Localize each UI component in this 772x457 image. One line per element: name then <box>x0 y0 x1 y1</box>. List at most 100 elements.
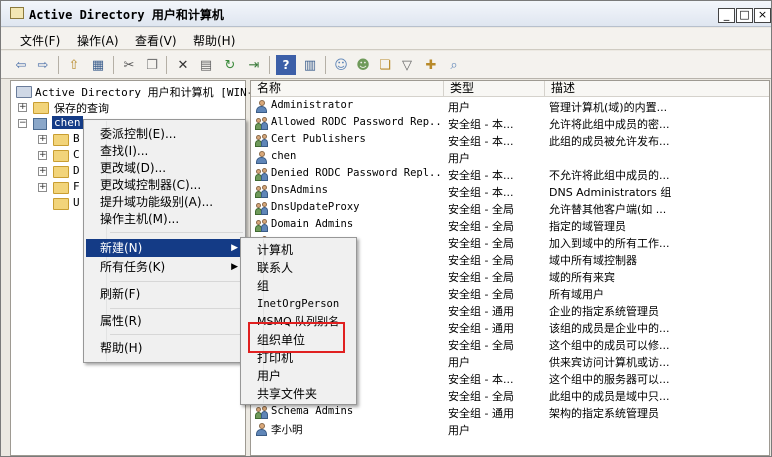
submenu-user[interactable]: 用户 <box>243 367 355 385</box>
cell-desc: 这个组中的服务器可以... <box>549 373 670 386</box>
cell-type: 用户 <box>448 424 470 437</box>
toolbar: ⇦ ⇨ ⇧ ▦ ✂ ❐ ✕ ▤ ↻ ⇥ ? ▥ ☺ ☻ ❏ ▽ ✚ ⌕ <box>1 51 771 79</box>
expand-icon[interactable]: + <box>18 103 27 112</box>
directory-icon <box>16 86 32 98</box>
list-item[interactable]: DnsAdmins 安全组 - 本... DNS Administrators 组 <box>251 183 769 200</box>
cell-name: Cert Publishers <box>271 133 366 145</box>
tree-child[interactable]: + F <box>11 180 80 196</box>
menu-file[interactable]: 文件(F) <box>20 32 60 49</box>
folder-icon <box>53 198 69 210</box>
menu-separator <box>110 281 243 282</box>
expand-icon[interactable]: + <box>38 167 47 176</box>
menu-separator <box>110 308 243 309</box>
copy-icon[interactable]: ❐ <box>142 55 162 75</box>
forward-icon[interactable]: ⇨ <box>33 55 53 75</box>
delete-icon[interactable]: ✕ <box>173 55 193 75</box>
expand-icon[interactable]: + <box>38 135 47 144</box>
column-header-type[interactable]: 类型 <box>444 81 545 97</box>
cell-name: Allowed RODC Password Rep... <box>271 116 443 128</box>
tree-root[interactable]: Active Directory 用户和计算机 [WIN- <box>11 84 253 100</box>
view-icon[interactable]: ▥ <box>300 55 320 75</box>
menu-delegate-control[interactable]: 委派控制(E)... <box>86 125 244 143</box>
menu-help[interactable]: 帮助(H) <box>86 339 244 357</box>
expand-icon[interactable]: + <box>38 151 47 160</box>
menu-view[interactable]: 查看(V) <box>135 32 177 49</box>
menu-separator <box>110 232 243 233</box>
minimize-button[interactable]: _ <box>718 8 735 23</box>
menu-operations-masters[interactable]: 操作主机(M)... <box>86 210 244 228</box>
new-group-icon[interactable]: ☻ <box>353 55 373 75</box>
list-item[interactable]: Schema Admins 安全组 - 通用 架构的指定系统管理员 <box>251 404 769 421</box>
app-icon <box>10 7 24 19</box>
tree-saved-queries[interactable]: + 保存的查询 <box>11 100 245 116</box>
submenu-shared-folder[interactable]: 共享文件夹 <box>243 385 355 403</box>
menu-new[interactable]: 新建(N) ▶ <box>86 239 244 257</box>
column-header-name[interactable]: 名称 <box>251 81 444 97</box>
cell-type: 安全组 - 本... <box>448 186 514 199</box>
cell-desc: 此组中的成员是域中只... <box>549 390 670 403</box>
folder-icon <box>53 150 69 162</box>
cell-name: Denied RODC Password Repl... <box>271 167 443 179</box>
group-icon <box>255 406 268 419</box>
tree-child[interactable]: + C <box>11 148 80 164</box>
domain-icon <box>33 118 47 130</box>
cell-type: 用户 <box>448 101 470 114</box>
list-item[interactable]: chen 用户 <box>251 149 769 166</box>
find-icon[interactable]: ⌕ <box>444 55 464 75</box>
folder-icon <box>33 102 49 114</box>
cell-name: 李小明 <box>271 424 303 436</box>
list-item[interactable]: Domain Admins 安全组 - 全局 指定的域管理员 <box>251 217 769 234</box>
tree-child[interactable]: + D <box>11 164 80 180</box>
refresh-icon[interactable]: ↻ <box>220 55 240 75</box>
console-tree-icon[interactable]: ▦ <box>88 55 108 75</box>
folder-icon <box>53 134 69 146</box>
menu-change-dc[interactable]: 更改域控制器(C)... <box>86 176 244 194</box>
submenu-computer[interactable]: 计算机 <box>243 241 355 259</box>
menu-refresh[interactable]: 刷新(F) <box>86 285 244 303</box>
list-item[interactable]: Administrator 用户 管理计算机(域)的内置... <box>251 98 769 115</box>
menu-separator <box>110 334 243 335</box>
menu-all-tasks[interactable]: 所有任务(K) ▶ <box>86 258 244 276</box>
list-item[interactable]: 李小明 用户 <box>251 421 769 438</box>
list-item[interactable]: DnsUpdateProxy 安全组 - 全局 允许替其他客户端(如 ... <box>251 200 769 217</box>
menu-help[interactable]: 帮助(H) <box>193 32 235 49</box>
menu-find[interactable]: 查找(I)... <box>86 142 244 160</box>
menu-raise-level[interactable]: 提升域功能级别(A)... <box>86 193 244 211</box>
list-item[interactable]: Denied RODC Password Repl... 安全组 - 本... 不允… <box>251 166 769 183</box>
column-header-description[interactable]: 描述 <box>545 81 769 97</box>
list-item[interactable]: Cert Publishers 安全组 - 本... 此组的成员被允许发布... <box>251 132 769 149</box>
cell-type: 安全组 - 全局 <box>448 254 514 267</box>
add-to-group-icon[interactable]: ✚ <box>421 55 441 75</box>
new-user-icon[interactable]: ☺ <box>331 55 351 75</box>
submenu-group[interactable]: 组 <box>243 277 355 295</box>
collapse-icon[interactable]: − <box>18 119 27 128</box>
folder-icon <box>53 166 69 178</box>
cell-type: 安全组 - 通用 <box>448 305 514 318</box>
filter-icon[interactable]: ▽ <box>397 55 417 75</box>
cell-desc: 加入到域中的所有工作... <box>549 237 670 250</box>
submenu-contact[interactable]: 联系人 <box>243 259 355 277</box>
tree-child[interactable]: + B <box>11 132 80 148</box>
close-button[interactable]: × <box>754 8 771 23</box>
menu-properties[interactable]: 属性(R) <box>86 312 244 330</box>
expand-icon[interactable]: + <box>38 183 47 192</box>
cell-type: 安全组 - 通用 <box>448 407 514 420</box>
new-submenu: 计算机 联系人 组 InetOrgPerson MSMQ 队列别名 组织单位 打… <box>240 237 357 405</box>
new-ou-icon[interactable]: ❏ <box>375 55 395 75</box>
cut-icon[interactable]: ✂ <box>119 55 139 75</box>
submenu-inetorgperson[interactable]: InetOrgPerson <box>243 295 355 313</box>
menu-action[interactable]: 操作(A) <box>77 32 119 49</box>
back-icon[interactable]: ⇦ <box>11 55 31 75</box>
help-icon[interactable]: ? <box>276 55 296 75</box>
cell-desc: 该组的成员是企业中的... <box>549 322 670 335</box>
adu-window: Active Directory 用户和计算机 _ □ × 文件(F) 操作(A… <box>0 0 772 457</box>
properties-icon[interactable]: ▤ <box>196 55 216 75</box>
export-icon[interactable]: ⇥ <box>244 55 264 75</box>
tree-child[interactable]: U <box>11 196 80 212</box>
group-icon <box>255 185 268 198</box>
annotation-highlight-box <box>248 322 345 353</box>
list-item[interactable]: Allowed RODC Password Rep... 安全组 - 本... 允许… <box>251 115 769 132</box>
menu-change-domain[interactable]: 更改域(D)... <box>86 159 244 177</box>
maximize-button[interactable]: □ <box>736 8 753 23</box>
up-folder-icon[interactable]: ⇧ <box>64 55 84 75</box>
